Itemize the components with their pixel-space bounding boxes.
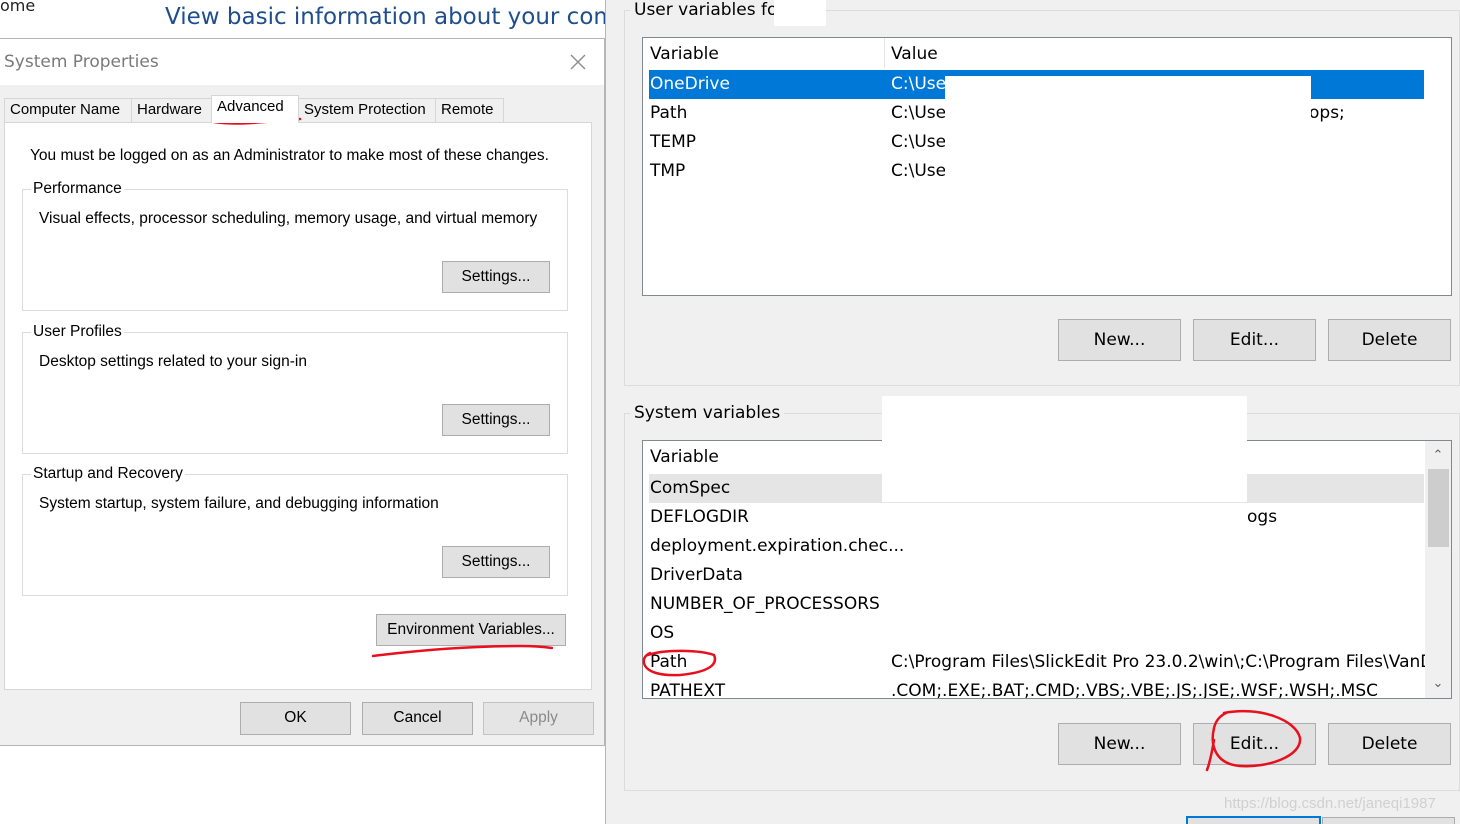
list-row[interactable]: DriverData	[649, 561, 1424, 590]
dialog-title: System Properties	[4, 52, 159, 72]
redacted-values	[945, 76, 1311, 186]
performance-description: Visual effects, processor scheduling, me…	[39, 210, 538, 227]
system-edit-button[interactable]: Edit...	[1193, 723, 1316, 765]
env-ok-button[interactable]	[1186, 816, 1321, 824]
startup-recovery-title: Startup and Recovery	[31, 465, 185, 483]
system-variables-label: System variables	[630, 403, 785, 423]
admin-note: You must be logged on as an Administrato…	[30, 147, 549, 164]
row-variable: TMP	[650, 161, 686, 181]
scroll-down-icon[interactable]: ⌄	[1425, 673, 1451, 695]
row-value: C:\User	[891, 103, 954, 123]
tab-system-protection[interactable]: System Protection	[298, 98, 436, 122]
startup-recovery-settings-button[interactable]: Settings...	[442, 546, 550, 578]
tab-remote[interactable]: Remote	[435, 98, 504, 122]
row-value-tail: ops;	[1309, 103, 1345, 123]
row-value: C:\User	[891, 74, 954, 94]
row-value-tail: ogs	[1247, 507, 1278, 527]
list-header: Variable Value	[643, 38, 1451, 68]
row-variable: Path	[650, 652, 688, 672]
redacted-values	[882, 396, 1247, 502]
row-variable: deployment.expiration.chec...	[650, 536, 905, 556]
row-value: C:\Program Files\SlickEdit Pro 23.0.2\wi…	[891, 652, 1450, 672]
row-variable: OS	[650, 623, 675, 643]
list-row[interactable]: deployment.expiration.chec...	[649, 532, 1424, 561]
system-new-button[interactable]: New...	[1058, 723, 1181, 765]
user-profiles-title: User Profiles	[31, 323, 124, 341]
list-row[interactable]: NUMBER_OF_PROCESSORS	[649, 590, 1424, 619]
list-row[interactable]: Path C:\Program Files\SlickEdit Pro 23.0…	[649, 648, 1450, 677]
env-cancel-button[interactable]	[1322, 817, 1455, 824]
row-variable: OneDrive	[650, 74, 730, 94]
tab-advanced[interactable]: Advanced	[211, 95, 299, 123]
startup-recovery-group: Startup and Recovery System startup, sys…	[22, 465, 568, 596]
column-header-variable[interactable]: Variable	[650, 447, 719, 467]
watermark: https://blog.csdn.net/janeqi1987	[1224, 795, 1436, 812]
user-variables-list[interactable]: Variable Value OneDrive C:\User Path C:\…	[642, 37, 1452, 296]
row-variable: NUMBER_OF_PROCESSORS	[650, 594, 880, 614]
scroll-thumb[interactable]	[1428, 469, 1449, 547]
tab-computer-name[interactable]: Computer Name	[4, 98, 132, 122]
row-value: .COM;.EXE;.BAT;.CMD;.VBS;.VBE;.JS;.JSE;.…	[891, 681, 1379, 699]
list-row[interactable]: DEFLOGDIR ogs	[649, 503, 1424, 532]
dialog-titlebar: System Properties	[0, 39, 604, 85]
user-edit-button[interactable]: Edit...	[1193, 319, 1316, 361]
control-panel-home-link[interactable]: ome	[0, 0, 35, 15]
row-variable: TEMP	[650, 132, 697, 152]
row-variable: Path	[650, 103, 688, 123]
row-value: C:\User	[891, 161, 954, 181]
list-row[interactable]: PATHEXT .COM;.EXE;.BAT;.CMD;.VBS;.VBE;.J…	[649, 677, 1424, 699]
environment-variables-dialog: User variables for Variable Value OneDri…	[605, 0, 1460, 824]
row-variable: ComSpec	[650, 478, 731, 498]
user-new-button[interactable]: New...	[1058, 319, 1181, 361]
user-profiles-settings-button[interactable]: Settings...	[442, 404, 550, 436]
user-delete-button[interactable]: Delete	[1328, 319, 1451, 361]
user-profiles-description: Desktop settings related to your sign-in	[39, 353, 307, 370]
list-row[interactable]: OS	[649, 619, 1424, 648]
apply-button[interactable]: Apply	[483, 702, 594, 735]
environment-variables-button[interactable]: Environment Variables...	[376, 614, 566, 646]
ok-button[interactable]: OK	[240, 702, 351, 735]
user-profiles-group: User Profiles Desktop settings related t…	[22, 323, 568, 454]
scroll-up-icon[interactable]: ⌃	[1425, 445, 1451, 467]
row-value: C:\User	[891, 132, 954, 152]
tab-hardware[interactable]: Hardware	[131, 98, 212, 122]
row-variable: DriverData	[650, 565, 743, 585]
startup-recovery-description: System startup, system failure, and debu…	[39, 495, 439, 512]
column-header-variable[interactable]: Variable	[650, 44, 719, 64]
performance-group: Performance Visual effects, processor sc…	[22, 180, 568, 311]
column-header-value[interactable]: Value	[891, 44, 938, 64]
performance-title: Performance	[31, 180, 124, 198]
system-delete-button[interactable]: Delete	[1328, 723, 1451, 765]
row-variable: PATHEXT	[650, 681, 726, 699]
performance-settings-button[interactable]: Settings...	[442, 261, 550, 293]
row-variable: DEFLOGDIR	[650, 507, 749, 527]
user-variables-label: User variables for	[630, 0, 789, 20]
system-properties-dialog: System Properties Computer Name Hardware…	[0, 38, 605, 746]
advanced-tab-panel: You must be logged on as an Administrato…	[4, 122, 592, 690]
redacted-username	[774, 0, 826, 26]
close-icon[interactable]	[565, 49, 591, 75]
cancel-button[interactable]: Cancel	[362, 702, 473, 735]
system-list-scrollbar[interactable]: ⌃ ⌄	[1425, 441, 1451, 698]
system-info-heading: View basic information about your comput…	[165, 4, 605, 30]
